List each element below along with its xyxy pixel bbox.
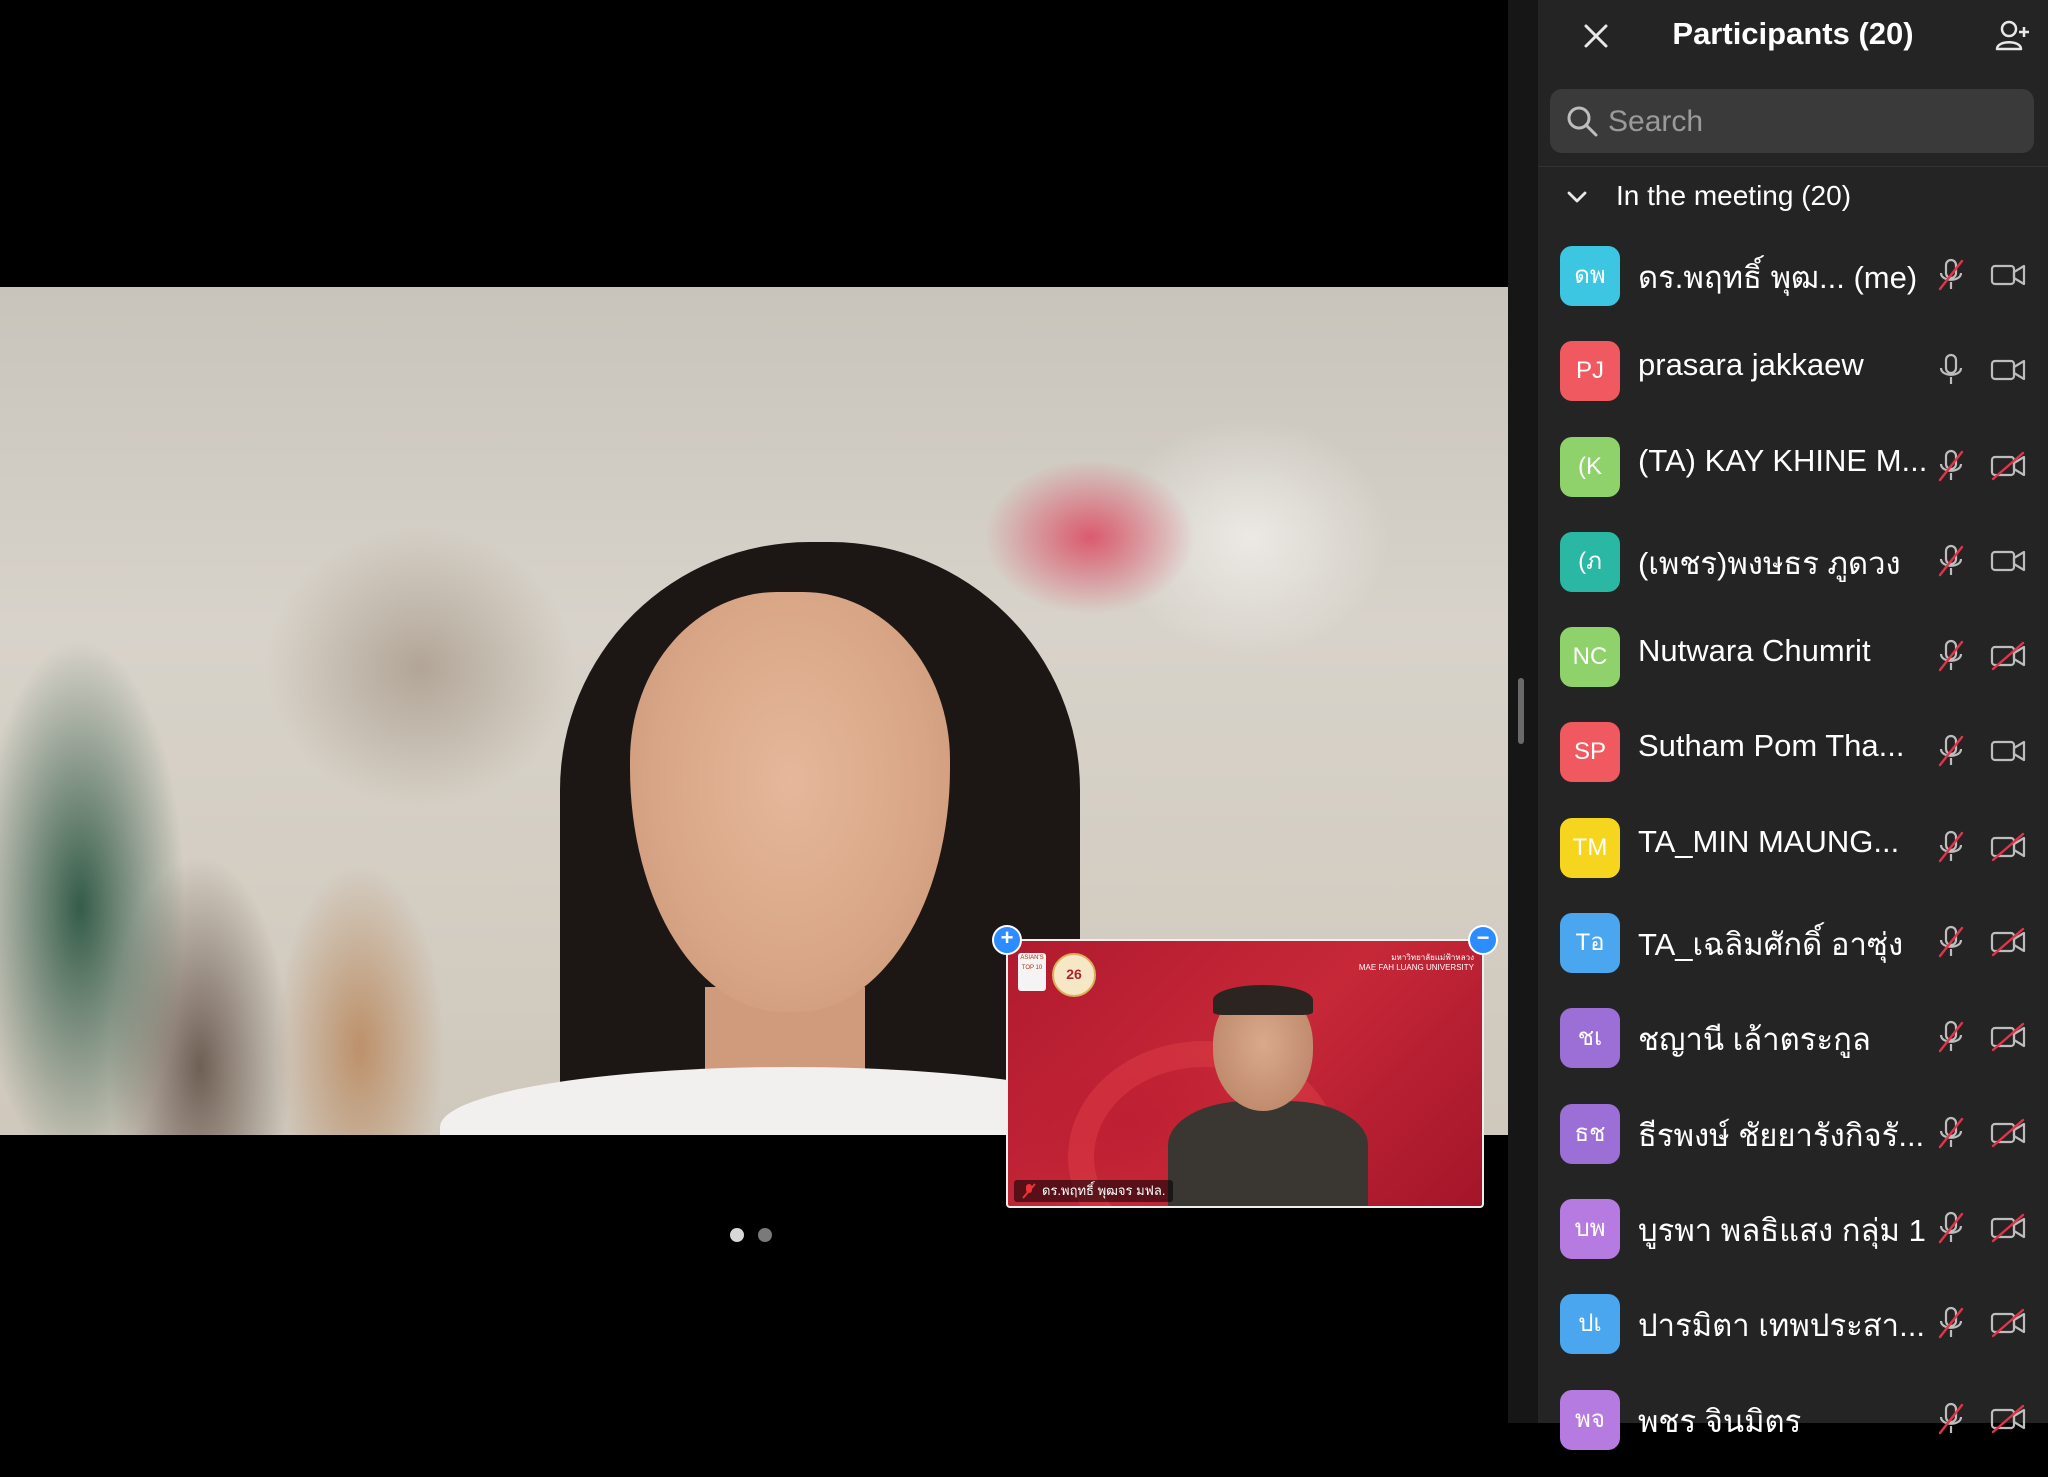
participant-name: TA_เฉลิมศักดิ์ อาซุ่ง	[1638, 927, 1904, 963]
self-name-label: ดร.พฤทธิ์ พุฒจร มฟล.	[1042, 1183, 1166, 1198]
participant-list: ดพ ดร.พฤทธิ์ พุฒ... (me) PJ prasara jakkaew…	[1538, 238, 2048, 1477]
avatar: (ภ	[1560, 531, 1620, 592]
search-box[interactable]	[1550, 89, 2034, 155]
university-name-th: มหาวิทยาลัยแม่ฟ้าหลวง	[1391, 953, 1474, 962]
participant-name: ธีรพงษ์ ชัยยารังกิจรั...	[1638, 1117, 1925, 1153]
page-indicator[interactable]	[730, 1228, 772, 1242]
mic-muted-icon[interactable]	[1936, 1020, 1966, 1054]
self-name-tag: ดร.พฤทธิ์ พุฒจร มฟล.	[1014, 1180, 1174, 1202]
pip-expand-button[interactable]: +	[992, 925, 1022, 955]
university-logo-text: มหาวิทยาลัยแม่ฟ้าหลวง MAE FAH LUANG UNIV…	[1359, 953, 1474, 973]
search-input[interactable]	[1606, 89, 2020, 155]
mic-muted-icon[interactable]	[1936, 734, 1966, 768]
video-icon[interactable]	[1990, 355, 2026, 385]
video-off-icon[interactable]	[1990, 832, 2026, 862]
participant-row[interactable]: Tอ TA_เฉลิมศักดิ์ อาซุ่ง	[1538, 905, 2048, 1000]
avatar: NC	[1560, 627, 1620, 688]
avatar: พจ	[1560, 1389, 1620, 1450]
self-view-video[interactable]: ASIAN'S TOP 10 26 มหาวิทยาลัยแม่ฟ้าหลวง …	[1006, 939, 1484, 1208]
mic-muted-icon[interactable]	[1936, 1402, 1966, 1436]
section-label: In the meeting (20)	[1616, 180, 1852, 211]
mic-muted-icon[interactable]	[1936, 449, 1966, 483]
video-off-icon[interactable]	[1990, 1404, 2026, 1434]
ranking-badge: ASIAN'S TOP 10	[1018, 953, 1046, 991]
participant-row[interactable]: (ภ (เพชร)พงษธร ภูดวง	[1538, 524, 2048, 619]
participant-name: ดร.พฤทธิ์ พุฒ... (me)	[1638, 260, 1918, 295]
video-icon[interactable]	[1990, 260, 2026, 290]
video-icon[interactable]	[1990, 546, 2026, 576]
chevron-down-icon	[1567, 191, 1587, 203]
video-off-icon[interactable]	[1990, 1022, 2026, 1052]
panel-title: Participants (20)	[1672, 16, 1914, 51]
avatar: ปเ	[1560, 1294, 1620, 1355]
video-off-icon[interactable]	[1990, 451, 2026, 481]
avatar: Tอ	[1560, 913, 1620, 974]
add-participant-icon	[1995, 20, 2029, 51]
invite-button[interactable]	[1992, 16, 2032, 56]
in-meeting-section-header[interactable]: In the meeting (20)	[1538, 170, 2048, 226]
self-body	[1168, 1101, 1368, 1206]
video-off-icon[interactable]	[1990, 927, 2026, 957]
participant-name: บูรพา พลธิแสง กลุ่ม 1	[1638, 1212, 1926, 1248]
mic-muted-icon[interactable]	[1936, 925, 1966, 959]
page-dot-2[interactable]	[758, 1228, 772, 1242]
video-off-icon[interactable]	[1990, 641, 2026, 671]
participant-name: Sutham Pom Tha...	[1638, 728, 1905, 764]
section-divider	[1538, 166, 2048, 167]
video-icon[interactable]	[1990, 736, 2026, 766]
participant-row[interactable]: (K (TA) KAY KHINE M...	[1538, 429, 2048, 524]
participant-row[interactable]: PJ prasara jakkaew	[1538, 333, 2048, 428]
mic-muted-icon[interactable]	[1936, 639, 1966, 673]
participant-row[interactable]: ดพ ดร.พฤทธิ์ พุฒ... (me)	[1538, 238, 2048, 333]
pip-minimize-button[interactable]: −	[1468, 925, 1498, 955]
participant-name: ชญานี เล้าตระกูล	[1638, 1022, 1871, 1058]
participant-row[interactable]: ชเ ชญานี เล้าตระกูล	[1538, 1000, 2048, 1095]
panel-header: Participants (20)	[1538, 0, 2048, 72]
search-icon	[1567, 106, 1598, 137]
participant-row[interactable]: บพ บูรพา พลธิแสง กลุ่ม 1	[1538, 1191, 2048, 1286]
participant-row[interactable]: ธช ธีรพงษ์ ชัยยารังกิจรั...	[1538, 1096, 2048, 1191]
mic-icon[interactable]	[1936, 353, 1966, 387]
participant-name: พชร จินมิตร	[1638, 1403, 1802, 1439]
mic-muted-icon[interactable]	[1936, 258, 1966, 292]
avatar: (K	[1560, 436, 1620, 497]
mic-muted-icon	[1022, 1183, 1036, 1199]
participants-panel: Participants (20) In the meeting (20) ดพ…	[1538, 0, 2048, 1450]
page-dot-1[interactable]	[730, 1228, 744, 1242]
avatar: SP	[1560, 722, 1620, 783]
main-stage	[0, 0, 1508, 1423]
mic-muted-icon[interactable]	[1936, 544, 1966, 578]
mic-muted-icon[interactable]	[1936, 1211, 1966, 1245]
participant-row[interactable]: TM TA_MIN MAUNG...	[1538, 810, 2048, 905]
anniversary-badge: 26	[1052, 953, 1096, 997]
video-off-icon[interactable]	[1990, 1118, 2026, 1148]
participant-name: prasara jakkaew	[1638, 347, 1864, 383]
mic-muted-icon[interactable]	[1936, 1306, 1966, 1340]
participant-name: TA_MIN MAUNG...	[1638, 823, 1900, 859]
participant-name: (TA) KAY KHINE M...	[1638, 442, 1928, 478]
avatar: TM	[1560, 817, 1620, 878]
university-name-en: MAE FAH LUANG UNIVERSITY	[1358, 963, 1474, 972]
avatar: ธช	[1560, 1103, 1620, 1164]
participant-row[interactable]: ปเ ปารมิตา เทพประสา...	[1538, 1286, 2048, 1381]
resize-handle[interactable]	[1518, 678, 1524, 744]
video-off-icon[interactable]	[1990, 1308, 2026, 1338]
participant-row[interactable]: พจ พชร จินมิตร	[1538, 1382, 2048, 1477]
avatar: บพ	[1560, 1198, 1620, 1259]
video-off-icon[interactable]	[1990, 1213, 2026, 1243]
self-hair	[1213, 985, 1313, 1015]
mic-muted-icon[interactable]	[1936, 830, 1966, 864]
participant-row[interactable]: NC Nutwara Chumrit	[1538, 619, 2048, 714]
participant-name: Nutwara Chumrit	[1638, 633, 1871, 669]
participant-row[interactable]: SP Sutham Pom Tha...	[1538, 714, 2048, 809]
avatar: ชเ	[1560, 1008, 1620, 1069]
participant-name: ปารมิตา เทพประสา...	[1638, 1308, 1925, 1344]
avatar: PJ	[1560, 341, 1620, 402]
participant-name: (เพชร)พงษธร ภูดวง	[1638, 545, 1901, 581]
mic-muted-icon[interactable]	[1936, 1116, 1966, 1150]
avatar: ดพ	[1560, 246, 1620, 306]
